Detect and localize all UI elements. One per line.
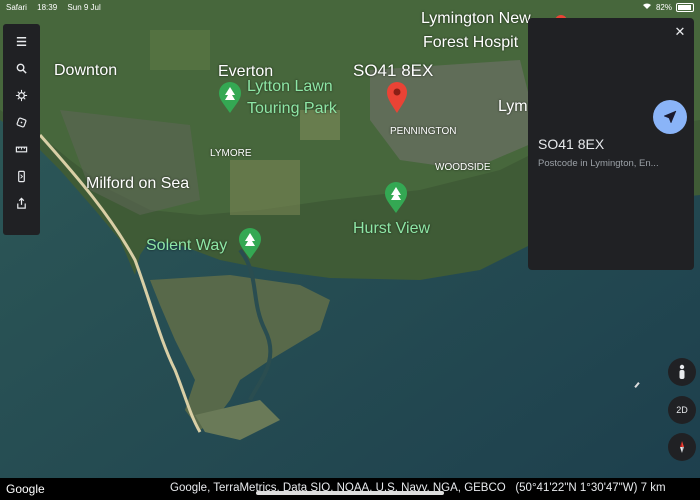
voyager-icon[interactable] bbox=[7, 82, 37, 109]
projects-icon[interactable] bbox=[7, 163, 37, 190]
menu-icon[interactable] bbox=[7, 28, 37, 55]
label-lytton-lawn-1[interactable]: Lytton Lawn bbox=[247, 76, 333, 97]
earth-toolbar bbox=[3, 24, 40, 235]
home-indicator[interactable] bbox=[256, 491, 444, 495]
panel-title: SO41 8EX bbox=[538, 136, 605, 152]
label-downton[interactable]: Downton bbox=[54, 62, 117, 80]
ruler-icon[interactable] bbox=[7, 136, 37, 163]
label-lymington-hospital-2[interactable]: Forest Hospit bbox=[423, 34, 518, 52]
info-panel: ✕ SO41 8EX Postcode in Lymington, En... bbox=[528, 18, 694, 270]
status-app: Safari bbox=[6, 2, 27, 12]
toggle-2d-button[interactable]: 2D bbox=[668, 396, 696, 424]
navigate-icon bbox=[663, 110, 677, 124]
attribution-bar: Google Google, TerraMetrics, Data SIO, N… bbox=[0, 478, 700, 500]
label-pennington[interactable]: PENNINGTON bbox=[390, 126, 457, 137]
google-logo: Google bbox=[6, 482, 45, 496]
label-woodside[interactable]: WOODSIDE bbox=[435, 162, 491, 173]
label-hurst-view[interactable]: Hurst View bbox=[353, 218, 430, 239]
compass-button[interactable] bbox=[668, 433, 696, 461]
compass-icon bbox=[680, 441, 684, 453]
battery-icon bbox=[676, 2, 694, 12]
close-icon[interactable]: ✕ bbox=[672, 24, 688, 40]
street-view-button[interactable] bbox=[668, 358, 696, 386]
label-postcode[interactable]: SO41 8EX bbox=[353, 61, 433, 81]
label-lym[interactable]: Lym bbox=[498, 98, 528, 116]
park-pin-icon[interactable] bbox=[384, 182, 408, 219]
label-solent-way[interactable]: Solent Way bbox=[146, 235, 227, 256]
search-icon[interactable] bbox=[7, 55, 37, 82]
label-lytton-lawn-2[interactable]: Touring Park bbox=[247, 98, 337, 119]
dice-icon[interactable] bbox=[7, 109, 37, 136]
status-date: Sun 9 Jul bbox=[67, 2, 101, 12]
label-milford-on-sea[interactable]: Milford on Sea bbox=[86, 175, 189, 193]
battery-percent: 82% bbox=[655, 2, 672, 12]
panel-subtitle: Postcode in Lymington, En... bbox=[538, 158, 659, 169]
location-pin-icon[interactable] bbox=[386, 82, 408, 119]
coordinates-readout: (50°41'22"N 1°30'47"W) bbox=[515, 482, 638, 494]
scale-readout: 7 km bbox=[640, 482, 666, 494]
label-lymore[interactable]: LYMORE bbox=[210, 148, 252, 159]
share-icon[interactable] bbox=[7, 190, 37, 217]
park-pin-icon[interactable] bbox=[238, 228, 262, 265]
directions-button[interactable] bbox=[653, 100, 687, 134]
park-pin-icon[interactable] bbox=[218, 82, 242, 119]
status-time: 18:39 bbox=[37, 2, 58, 12]
wifi-icon bbox=[642, 2, 652, 12]
pegman-icon bbox=[679, 364, 685, 379]
status-bar: Safari 18:39 Sun 9 Jul 82% bbox=[0, 0, 700, 14]
